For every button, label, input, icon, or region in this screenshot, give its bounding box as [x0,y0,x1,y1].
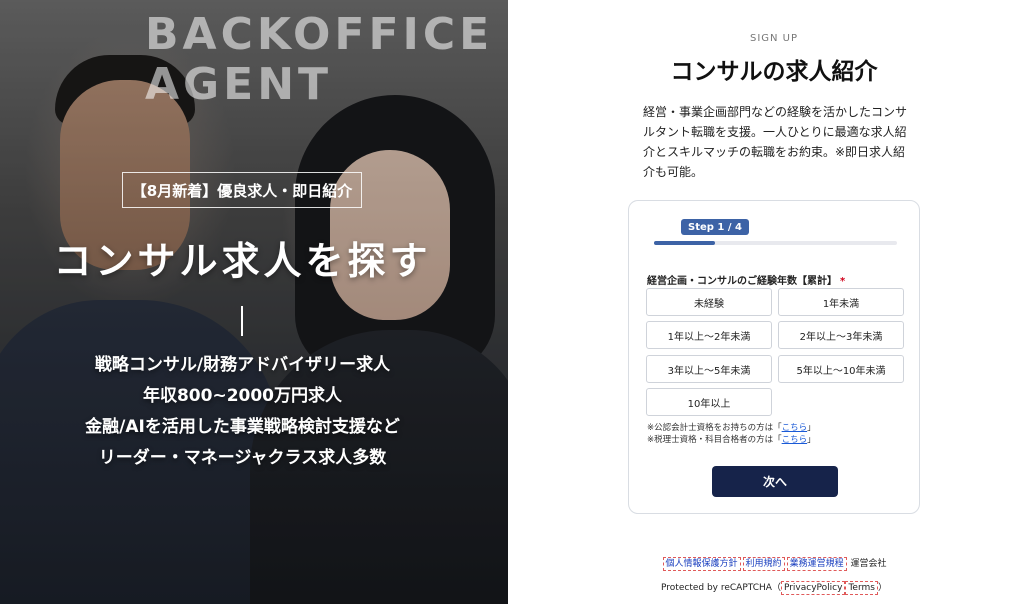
tax-note-end: 」 [807,435,816,445]
hero-features: 戦略コンサル/財務アドバイザリー求人 年収800~2000万円求人 金融/AIを… [0,350,485,474]
option-1-2y[interactable]: 1年以上〜2年未満 [646,321,772,349]
hero-title: コンサル求人を探す [53,239,432,283]
brand-line-1: BACKOFFICE [145,9,494,60]
progress-bar [654,241,897,245]
hero-badge: 【8月新着】優良求人・即日紹介 [122,172,362,208]
signup-form-card: Step 1 / 4 経営企画・コンサルのご経験年数【累計】 * 未経験 1年未満… [628,200,920,514]
tax-link[interactable]: こちら [782,435,808,445]
recaptcha-terms-link[interactable]: Terms [845,581,878,595]
hero-feature-line: 年収800~2000万円求人 [142,386,343,406]
cpa-note-text: ※公認会計士資格をお持ちの方は「 [647,423,782,433]
brand-logo: BACKOFFICE AGENT [145,10,505,110]
option-2-3y[interactable]: 2年以上〜3年未満 [778,321,904,349]
option-5-10y[interactable]: 5年以上〜10年未満 [778,355,904,383]
tax-note-text: ※税理士資格・科目合格者の方は「 [647,435,782,445]
hero-feature-line: 戦略コンサル/財務アドバイザリー求人 [94,355,391,375]
progress-fill [654,241,715,245]
question-text: 経営企画・コンサルのご経験年数【累計】 [647,276,837,287]
footer-links: 個人情報保護方針 利用規約 業務運営規程 運営会社 [508,556,1024,571]
option-under-1y[interactable]: 1年未満 [778,288,904,316]
recaptcha-privacy-link[interactable]: PrivacyPolicy [780,581,846,595]
tax-note: ※税理士資格・科目合格者の方は「こちら」 [647,433,816,445]
step-indicator: Step 1 / 4 [681,219,749,235]
hero-divider [241,306,243,336]
hero-feature-line: 金融/AIを活用した事業戦略検討支援など [85,417,400,437]
next-button[interactable]: 次へ [712,466,838,497]
brand-line-2: AGENT [145,59,333,110]
intro-text: 経営・事業企画部門などの経験を活かしたコンサルタント転職を支援。一人ひとりに最適… [643,105,908,179]
option-3-5y[interactable]: 3年以上〜5年未満 [646,355,772,383]
cpa-note-end: 」 [807,423,816,433]
signup-label: SIGN UP [749,33,799,44]
cpa-link[interactable]: こちら [782,423,808,433]
required-mark: * [840,276,846,287]
page-title: コンサルの求人紹介 [670,59,878,85]
recaptcha-notice: Protected by reCAPTCHA（ PrivacyPolicy Term… [508,580,1024,595]
recaptcha-suffix: ） [877,583,887,593]
operator-link[interactable]: 運営会社 [850,559,886,569]
business-rules-link[interactable]: 業務運営規程 [786,557,847,571]
cpa-note: ※公認会計士資格をお持ちの方は「こちら」 [647,421,816,433]
question-label: 経営企画・コンサルのご経験年数【累計】 * [647,272,845,287]
terms-link[interactable]: 利用規約 [742,557,785,571]
hero-feature-line: リーダー・マネージャクラス求人多数 [98,448,387,468]
option-none[interactable]: 未経験 [646,288,772,316]
privacy-policy-link[interactable]: 個人情報保護方針 [662,557,741,571]
recaptcha-prefix: Protected by reCAPTCHA（ [661,583,781,593]
option-10y-plus[interactable]: 10年以上 [646,388,772,416]
